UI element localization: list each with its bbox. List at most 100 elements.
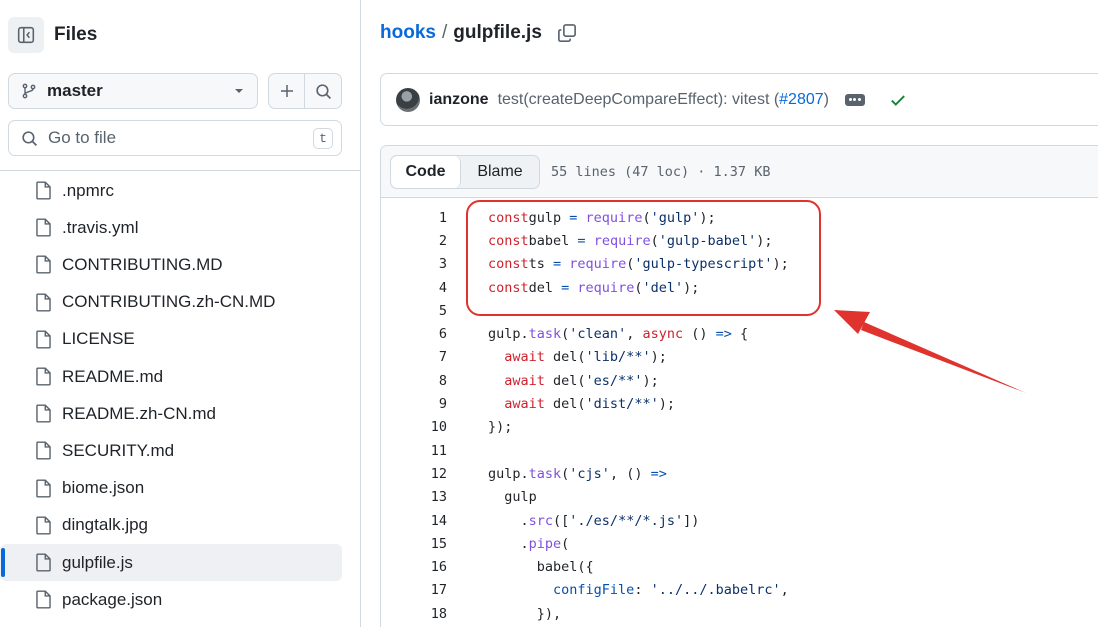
code-token: gulp [488, 489, 537, 506]
check-icon[interactable] [889, 91, 907, 109]
line-number[interactable]: 7 [381, 349, 447, 365]
collapse-sidebar-button[interactable] [8, 17, 44, 53]
code-token: require [585, 232, 651, 249]
ellipsis-icon[interactable] [844, 93, 865, 106]
code-token: del( [544, 372, 586, 389]
file-tree-item[interactable]: CONTRIBUTING.MD [0, 246, 342, 283]
file-icon [36, 218, 51, 237]
file-name: README.md [62, 366, 164, 386]
code-text: constdel = require('del'); [488, 280, 699, 296]
code-token: del [528, 279, 562, 296]
line-number[interactable]: 13 [381, 489, 447, 505]
tab-blame[interactable]: Blame [461, 156, 539, 188]
branch-name: master [47, 81, 103, 100]
branch-row: master [8, 73, 342, 109]
line-number[interactable]: 2 [381, 233, 447, 249]
breadcrumb-separator: / [441, 22, 448, 43]
file-tree-item[interactable]: CONTRIBUTING.zh-CN.MD [0, 284, 342, 321]
file-icon [36, 479, 51, 498]
line-number[interactable]: 16 [381, 559, 447, 575]
line-number[interactable]: 6 [381, 326, 447, 342]
file-name: .npmrc [62, 180, 114, 200]
file-icon [36, 441, 51, 460]
file-tree-item[interactable]: biome.json [0, 470, 342, 507]
tab-code[interactable]: Code [391, 155, 461, 188]
file-tree-item[interactable]: package.json [0, 581, 342, 618]
shortcut-key: t [313, 127, 333, 149]
line-number[interactable]: 12 [381, 466, 447, 482]
avatar[interactable] [396, 87, 420, 112]
line-number[interactable]: 17 [381, 582, 447, 598]
file-tree-item[interactable]: README.md [0, 358, 342, 395]
go-to-file-field[interactable]: t [8, 120, 342, 156]
code-text: gulp.task('cjs', () => [488, 466, 667, 482]
line-number[interactable]: 1 [381, 210, 447, 226]
line-number[interactable]: 10 [381, 419, 447, 435]
line-number[interactable]: 3 [381, 256, 447, 272]
code-line: 17 configFile: '../../.babelrc', [381, 579, 789, 602]
file-icon [36, 590, 51, 609]
code-token: async [642, 326, 684, 343]
code-token: const [488, 209, 529, 226]
code-token: babel [528, 232, 578, 249]
code-token: { [731, 326, 749, 343]
code-token: ([ [553, 512, 570, 529]
file-name: CONTRIBUTING.zh-CN.MD [62, 292, 276, 312]
file-tree-item[interactable]: SECURITY.md [0, 432, 342, 469]
code-token: task [528, 465, 562, 482]
pr-link[interactable]: #2807 [779, 91, 824, 108]
code-token: del( [544, 396, 586, 413]
line-number[interactable]: 4 [381, 280, 447, 296]
code-token: ); [699, 209, 716, 226]
file-name: .travis.yml [62, 217, 139, 237]
sidebar-title: Files [54, 24, 98, 45]
file-tree-item[interactable]: .npmrc [0, 172, 342, 209]
go-to-file-input[interactable] [48, 128, 313, 148]
copy-path-button[interactable] [556, 22, 578, 44]
code-token: , [626, 326, 643, 343]
file-tree-item[interactable]: README.zh-CN.md [0, 395, 342, 432]
code-line: 12 gulp.task('cjs', () => [381, 462, 667, 485]
breadcrumb-repo-link[interactable]: hooks [380, 22, 436, 44]
code-token: gulp. [488, 465, 529, 482]
code-token: ); [658, 396, 675, 413]
search-icon [315, 83, 331, 99]
line-number[interactable]: 5 [381, 303, 447, 319]
file-tree-item[interactable]: LICENSE [0, 321, 342, 358]
code-token: 'del' [642, 279, 684, 296]
code-token: require [561, 256, 627, 273]
file-icon [36, 293, 51, 312]
search-files-button[interactable] [305, 74, 341, 108]
line-number[interactable]: 9 [381, 396, 447, 412]
line-number[interactable]: 14 [381, 513, 447, 529]
line-number[interactable]: 8 [381, 373, 447, 389]
branch-selector[interactable]: master [8, 73, 258, 109]
code-token: 'es/**' [585, 372, 643, 389]
code-token: . [488, 535, 529, 552]
line-number[interactable]: 18 [381, 606, 447, 622]
line-number[interactable]: 11 [381, 443, 447, 459]
code-token: 'lib/**' [585, 349, 651, 366]
commit-author[interactable]: ianzone [429, 91, 489, 109]
commit-message[interactable]: test(createDeepCompareEffect): vitest (#… [498, 91, 829, 109]
code-token: ts [528, 256, 554, 273]
code-text: gulp.task('clean', async () => { [488, 326, 748, 342]
sidebar-header: Files [8, 17, 97, 53]
code-text: configFile: '../../.babelrc', [488, 582, 789, 598]
code-token: 'gulp-babel' [658, 232, 757, 249]
add-file-button[interactable] [269, 74, 306, 108]
code-token: 'dist/**' [585, 396, 659, 413]
sidebar-divider [0, 170, 360, 171]
code-token: }); [488, 419, 513, 436]
code-token: 'gulp' [650, 209, 700, 226]
file-name: SECURITY.md [62, 440, 175, 460]
file-tree-item[interactable]: .travis.yml [0, 209, 342, 246]
code-line: 13 gulp [381, 486, 537, 509]
file-name: README.zh-CN.md [62, 403, 216, 423]
code-token: ); [650, 349, 667, 366]
line-number[interactable]: 15 [381, 536, 447, 552]
sidebar-collapse-icon [17, 26, 35, 44]
file-tree-item[interactable]: gulpfile.js [0, 544, 342, 581]
file-tree-item[interactable]: dingtalk.jpg [0, 507, 342, 544]
